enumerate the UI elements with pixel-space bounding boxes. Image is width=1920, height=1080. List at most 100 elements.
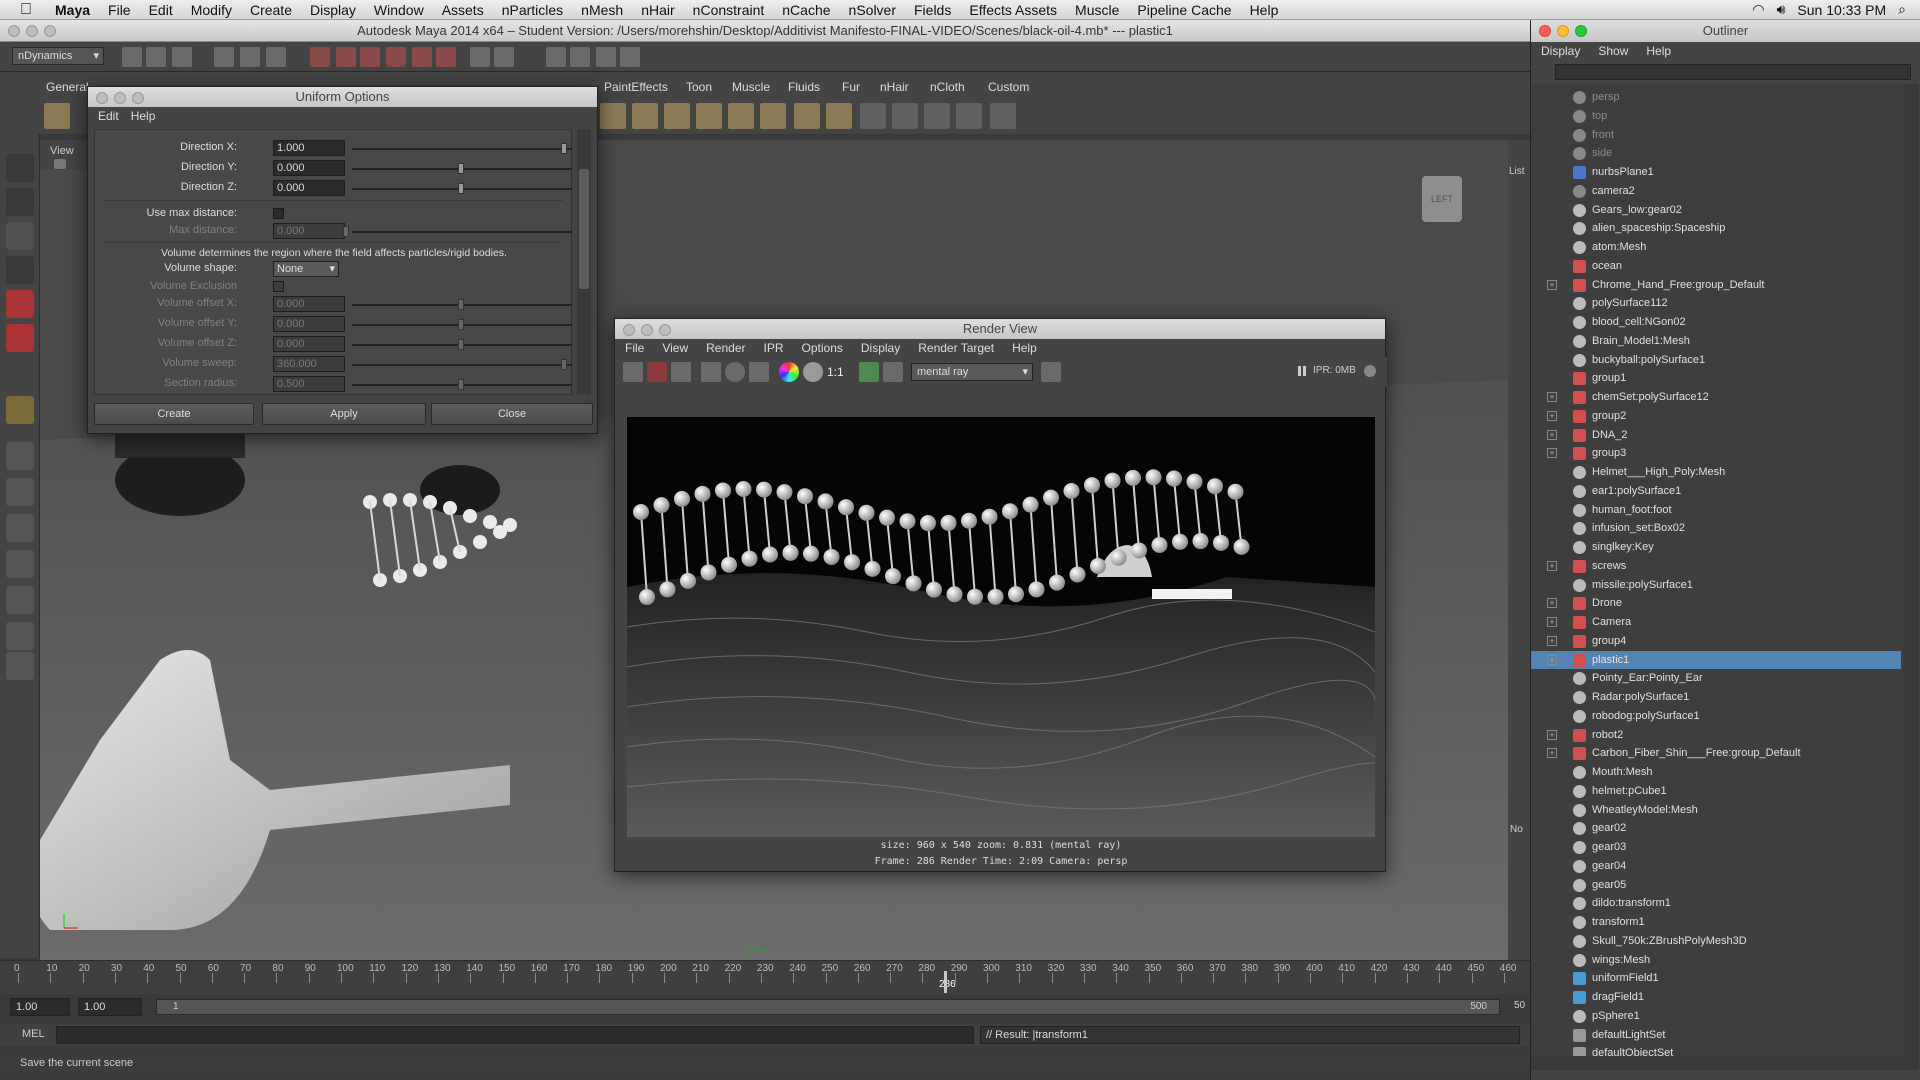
tool-icon[interactable] [6,586,34,614]
ratio-button[interactable]: 1:1 [827,365,844,379]
menu-help[interactable]: Help [1241,2,1288,18]
tool-icon[interactable] [6,256,34,284]
max-distance-handle[interactable] [343,226,349,237]
shelf-tab-ncloth[interactable]: nCloth [924,78,971,96]
outliner-item[interactable]: alien_spaceship:Spaceship [1531,219,1901,237]
expand-icon[interactable]: + [1547,410,1557,421]
expand-icon[interactable]: + [1547,748,1557,759]
tool-icon[interactable] [6,442,34,470]
menu-muscle[interactable]: Muscle [1066,2,1128,18]
outliner-item[interactable]: dragField1 [1531,988,1901,1006]
offset-z-field[interactable]: 0.000 [273,336,345,352]
max-distance-slider[interactable] [352,231,572,233]
outliner-item[interactable]: uniformField1 [1531,969,1901,987]
status-tool-icon[interactable] [122,47,142,67]
outliner-item[interactable]: missile:polySurface1 [1531,576,1901,594]
view-cube[interactable]: LEFT [1422,176,1462,222]
use-max-checkbox[interactable] [273,208,284,219]
tool-icon[interactable] [6,154,34,182]
render-menu-options[interactable]: Options [802,339,843,357]
outliner-item[interactable]: Radar:polySurface1 [1531,688,1901,706]
mel-label[interactable]: MEL [22,1028,45,1040]
status-tool-icon[interactable] [620,47,640,67]
close-icon[interactable] [623,324,635,336]
outliner-item[interactable]: gear04 [1531,857,1901,875]
menu-display[interactable]: Display [301,2,365,18]
time-slider[interactable]: 0 10 20 30 40 50 60 70 80 90 100 110 120 130 140 150 160… [0,960,1530,994]
uniform-scrollbar[interactable] [577,129,591,395]
shelf-tool-icon[interactable] [924,103,950,129]
outliner-item[interactable]: human_foot:foot [1531,501,1901,519]
render-menu-file[interactable]: File [625,339,644,357]
outliner-filter-input[interactable] [1555,64,1911,80]
volume-sweep-field[interactable]: 360.000 [273,356,345,372]
expand-icon[interactable]: + [1547,392,1557,402]
expand-icon[interactable]: + [1547,654,1557,665]
expand-icon[interactable]: + [1547,729,1557,740]
menu-help[interactable]: Help [131,107,156,125]
section-radius-field[interactable]: 0.500 [273,376,345,392]
shelf-tab-fluids[interactable]: Fluids [782,78,826,96]
menu-file[interactable]: File [99,2,140,18]
time-cursor[interactable] [944,971,947,993]
outliner-item[interactable]: + DNA_2 [1531,426,1901,444]
minimize-icon[interactable] [641,324,653,336]
outliner-item[interactable]: persp [1531,88,1901,106]
menu-window[interactable]: Window [365,2,433,18]
uniform-title-bar[interactable]: Uniform Options [88,87,597,107]
menu-modify[interactable]: Modify [182,2,241,18]
menu-assets[interactable]: Assets [433,2,493,18]
outliner-title-bar[interactable]: Outliner [1531,20,1920,42]
tool-icon[interactable] [6,550,34,578]
offset-x-field[interactable]: 0.000 [273,296,345,312]
volume-shape-dropdown[interactable]: None ▾ [273,261,339,277]
outliner-item[interactable]: gear03 [1531,838,1901,856]
outliner-item[interactable]: wings:Mesh [1531,951,1901,969]
rgb-channel-icon[interactable] [779,362,799,382]
minimize-icon[interactable] [26,25,38,37]
outliner-item[interactable]: blood_cell:NGon02 [1531,313,1901,331]
region-render-icon[interactable] [701,362,721,382]
pause-icon[interactable] [1298,366,1306,376]
expand-icon[interactable]: + [1547,448,1557,459]
menu-fields[interactable]: Fields [905,2,960,18]
command-input[interactable] [56,1026,974,1044]
status-tool-icon[interactable] [266,47,286,67]
status-tool-icon[interactable] [172,47,192,67]
shelf-tab-custom[interactable]: Custom [982,78,1035,96]
outliner-item[interactable]: group1 [1531,369,1901,387]
outliner-item[interactable]: gear05 [1531,876,1901,894]
outliner-item[interactable]: WheatleyModel:Mesh [1531,801,1901,819]
outliner-item[interactable]: gear02 [1531,819,1901,837]
render-title-bar[interactable]: Render View [615,319,1385,339]
tool-icon[interactable] [6,478,34,506]
outliner-item[interactable]: + group4 [1531,632,1901,650]
menu-nparticles[interactable]: nParticles [493,2,572,18]
volume-icon[interactable]: 🔊︎ [1777,1,1786,18]
shelf-tool-icon[interactable] [696,103,722,129]
outliner-item[interactable]: Gears_low:gear02 [1531,201,1901,219]
menu-edit[interactable]: Edit [140,2,182,18]
volume-sweep-handle[interactable] [561,359,567,370]
shelf-tab-painteffects[interactable]: PaintEffects [598,78,674,96]
menu-ncache[interactable]: nCache [773,2,839,18]
outliner-item[interactable]: transform1 [1531,913,1901,931]
window-controls[interactable] [8,25,56,37]
status-tool-icon[interactable] [360,47,380,67]
outliner-item[interactable]: + Drone [1531,594,1901,612]
clock[interactable]: Sun 10:33 PM [1797,2,1886,18]
direction-y-handle[interactable] [458,163,464,174]
render-settings-icon[interactable] [1041,362,1061,382]
shelf-tool-icon[interactable] [990,103,1016,129]
shelf-tool-icon[interactable] [826,103,852,129]
tool-icon[interactable] [6,188,34,216]
direction-x-slider[interactable] [352,148,572,150]
end-time-field[interactable]: 50 [1514,1000,1525,1011]
menu-nsolver[interactable]: nSolver [840,2,905,18]
zoom-icon[interactable] [132,92,144,104]
close-icon[interactable] [1539,25,1551,37]
outliner-scrollbar[interactable] [1905,84,1919,1056]
outliner-item[interactable]: Skull_750k:ZBrushPolyMesh3D [1531,932,1901,950]
outliner-item[interactable]: + robot2 [1531,726,1901,744]
frame-icon[interactable] [859,362,879,382]
